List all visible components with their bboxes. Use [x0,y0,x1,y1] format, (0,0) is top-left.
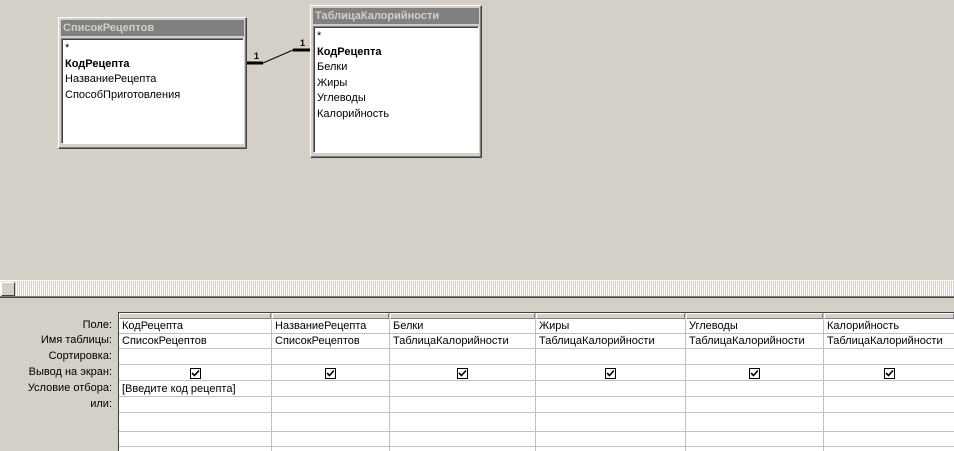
grid-cell-or[interactable] [686,398,823,413]
grid-cell-or[interactable] [119,398,271,413]
grid-cell-table[interactable]: ТаблицаКалорийности [824,334,954,349]
grid-row-label: Поле: [82,319,112,331]
grid-cell-sort[interactable] [119,350,271,365]
grid-cell-field[interactable]: НазваниеРецепта [272,319,389,334]
grid-cell-table[interactable]: СписокРецептов [119,334,271,349]
show-cell[interactable] [119,366,271,381]
grid-cell-or[interactable] [824,398,954,413]
show-checkbox[interactable] [457,368,468,379]
grid-cell-empty[interactable] [824,432,954,447]
grid-cell-empty[interactable] [536,417,685,432]
splitter-handle[interactable] [1,282,15,296]
grid-row-label: Имя таблицы: [40,334,112,346]
grid-cell-empty[interactable] [390,417,535,432]
grid-cell-field[interactable]: КодРецепта [119,319,271,334]
grid-column[interactable]: Калорийность ТаблицаКалорийности [824,313,954,451]
grid-cell-empty[interactable] [824,417,954,432]
relationship-line[interactable]: 1 1 [0,0,954,280]
grid-column[interactable]: Белки ТаблицаКалорийности [390,313,536,451]
grid-cell-empty[interactable] [119,417,271,432]
show-checkbox[interactable] [325,368,336,379]
grid-cell-or[interactable] [390,398,535,413]
grid-cell-criteria[interactable] [390,382,535,397]
grid-column[interactable]: Углеводы ТаблицаКалорийности [686,313,824,451]
grid-cell-field[interactable]: Жиры [536,319,685,334]
grid-row-label: или: [90,398,112,410]
checkmark-icon [750,369,759,377]
grid-cell-field[interactable]: Углеводы [686,319,823,334]
grid-cell-empty[interactable] [272,447,389,451]
relationship-right-cardinality: 1 [300,38,305,48]
grid-cell-criteria[interactable] [272,382,389,397]
grid-column[interactable]: КодРецепта СписокРецептов [Введите код рец… [119,313,272,451]
show-cell[interactable] [686,366,823,381]
show-cell[interactable] [272,366,389,381]
show-checkbox[interactable] [605,368,616,379]
pane-splitter[interactable] [0,280,954,297]
show-checkbox[interactable] [749,368,760,379]
grid-row-label: Сортировка: [48,350,112,362]
grid-row-label: Условие отбора: [27,382,112,394]
show-cell[interactable] [536,366,685,381]
grid-cell-empty[interactable] [686,432,823,447]
grid-column[interactable]: НазваниеРецепта СписокРецептов [272,313,390,451]
grid-cell-sort[interactable] [824,350,954,365]
checkmark-icon [885,369,894,377]
show-checkbox[interactable] [884,368,895,379]
grid-cell-criteria[interactable] [536,382,685,397]
grid-cell-empty[interactable] [272,417,389,432]
grid-cell-criteria[interactable] [686,382,823,397]
grid-cell-criteria[interactable] [824,382,954,397]
show-checkbox[interactable] [190,368,201,379]
grid-cell-sort[interactable] [536,350,685,365]
grid-cell-empty[interactable] [272,432,389,447]
checkmark-icon [458,369,467,377]
query-design-grid[interactable]: КодРецепта СписокРецептов [Введите код рец… [118,312,954,451]
grid-cell-criteria[interactable]: [Введите код рецепта] [119,382,271,397]
grid-cell-or[interactable] [272,398,389,413]
show-cell[interactable] [390,366,535,381]
grid-cell-empty[interactable] [119,432,271,447]
grid-cell-empty[interactable] [824,447,954,451]
grid-cell-empty[interactable] [686,447,823,451]
grid-row-label: Вывод на экран: [28,366,112,378]
grid-cell-sort[interactable] [686,350,823,365]
checkmark-icon [606,369,615,377]
grid-cell-table[interactable]: ТаблицаКалорийности [390,334,535,349]
grid-cell-table[interactable]: СписокРецептов [272,334,389,349]
relationship-left-cardinality: 1 [254,51,259,61]
grid-column[interactable]: Жиры ТаблицаКалорийности [536,313,686,451]
grid-cell-field[interactable]: Калорийность [824,319,954,334]
grid-cell-table[interactable]: ТаблицаКалорийности [536,334,685,349]
show-cell[interactable] [824,366,954,381]
grid-cell-empty[interactable] [536,447,685,451]
grid-cell-empty[interactable] [390,432,535,447]
query-design-grid-pane: Поле: Имя таблицы: Сортировка: Вывод на экр… [0,297,954,451]
grid-cell-sort[interactable] [272,350,389,365]
checkmark-icon [191,369,200,377]
grid-cell-sort[interactable] [390,350,535,365]
grid-cell-empty[interactable] [390,447,535,451]
table-diagram-pane[interactable]: СписокРецептов * КодРецепта НазваниеРецепт… [0,0,954,280]
grid-cell-table[interactable]: ТаблицаКалорийности [686,334,823,349]
grid-cell-empty[interactable] [119,447,271,451]
grid-cell-or[interactable] [536,398,685,413]
grid-cell-empty[interactable] [686,417,823,432]
grid-cell-field[interactable]: Белки [390,319,535,334]
checkmark-icon [326,369,335,377]
grid-cell-empty[interactable] [536,432,685,447]
